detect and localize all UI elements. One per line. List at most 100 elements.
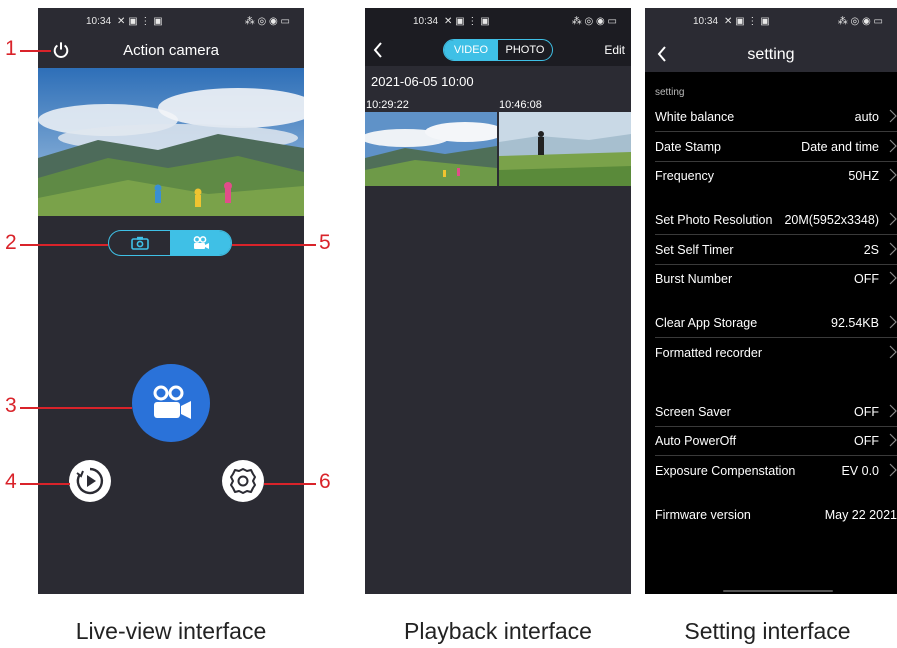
annotation-line-6 bbox=[264, 483, 316, 485]
settings-row-label: Clear App Storage bbox=[655, 316, 758, 330]
annotation-5: 5 bbox=[319, 231, 331, 254]
chevron-right-icon bbox=[889, 212, 897, 226]
annotation-line-4 bbox=[20, 483, 70, 485]
annotation-line-3 bbox=[20, 407, 132, 409]
settings-row-value: Date and time bbox=[801, 140, 879, 154]
chevron-right-icon bbox=[889, 139, 897, 153]
settings-row-value: May 22 2021 bbox=[824, 508, 897, 522]
group-date: 2021-06-05 10:00 bbox=[371, 74, 474, 89]
status-time: 10:34 bbox=[86, 15, 112, 27]
settings-row[interactable]: Frequency 50HZ bbox=[655, 165, 897, 187]
chevron-right-icon bbox=[889, 315, 897, 329]
gear-icon bbox=[230, 468, 256, 494]
settings-row-value: OFF bbox=[854, 405, 879, 419]
camera-icon bbox=[130, 236, 149, 250]
settings-row-label: White balance bbox=[655, 110, 735, 124]
chevron-right-icon bbox=[889, 271, 897, 285]
status-left-icons: ✕ ▣ ⋮ ▣ bbox=[117, 15, 163, 27]
settings-row-value: EV 0.0 bbox=[841, 464, 879, 478]
tab-photo[interactable]: PHOTO bbox=[498, 40, 552, 60]
annotation-2: 2 bbox=[5, 231, 17, 254]
caption-live: Live-view interface bbox=[75, 618, 267, 644]
caption-playback: Playback interface bbox=[404, 618, 592, 644]
edit-button[interactable]: Edit bbox=[604, 43, 625, 57]
app-title: Action camera bbox=[123, 42, 219, 59]
video-thumbnail-1[interactable] bbox=[365, 112, 497, 186]
settings-button[interactable] bbox=[222, 460, 264, 502]
back-icon[interactable] bbox=[373, 42, 383, 58]
settings-row-label: Set Photo Resolution bbox=[655, 213, 773, 227]
status-right-icons: ⁂ ◎ ◉ ▭ bbox=[244, 15, 290, 27]
settings-row[interactable]: Burst Number OFF bbox=[655, 268, 897, 290]
annotation-6: 6 bbox=[319, 470, 331, 493]
live-view-screen: 10:34 ✕ ▣ ⋮ ▣ ⁂ ◎ ◉ ▭ Action camera bbox=[38, 8, 304, 594]
mode-switch[interactable] bbox=[108, 230, 232, 256]
settings-row-value: OFF bbox=[854, 272, 879, 286]
caption-setting: Setting interface bbox=[684, 618, 851, 644]
settings-row-label: Burst Number bbox=[655, 272, 733, 286]
status-bar: 10:34 ✕ ▣ ⋮ ▣ ⁂ ◎ ◉ ▭ bbox=[645, 8, 897, 34]
playback-screen: 10:34 ✕ ▣ ⋮ ▣ ⁂ ◎ ◉ ▭ VIDEO PHOTO Edit 2… bbox=[365, 8, 631, 594]
video-mode-button[interactable] bbox=[170, 231, 231, 255]
settings-row[interactable]: Set Self Timer 2S bbox=[655, 239, 897, 265]
chevron-right-icon bbox=[889, 242, 897, 256]
settings-row-value: 20M(5952x3348) bbox=[784, 213, 879, 227]
chevron-right-icon bbox=[889, 109, 897, 123]
settings-row[interactable]: Screen Saver OFF bbox=[655, 401, 897, 427]
status-time: 10:34 bbox=[693, 15, 719, 27]
page-title: setting bbox=[747, 46, 795, 63]
video-camera-icon bbox=[153, 385, 191, 419]
settings-row-label: Screen Saver bbox=[655, 405, 731, 419]
playback-button[interactable] bbox=[69, 460, 111, 502]
status-bar: 10:34 ✕ ▣ ⋮ ▣ ⁂ ◎ ◉ ▭ bbox=[38, 8, 304, 34]
chevron-right-icon bbox=[889, 463, 897, 477]
status-right-icons: ⁂ ◎ ◉ ▭ bbox=[571, 15, 617, 27]
thumb-time-2: 10:46:08 bbox=[499, 99, 542, 111]
settings-row-label: Frequency bbox=[655, 169, 715, 183]
status-left-icons: ✕ ▣ ⋮ ▣ bbox=[724, 15, 770, 27]
chevron-right-icon bbox=[889, 404, 897, 418]
settings-row[interactable]: Clear App Storage 92.54KB bbox=[655, 312, 897, 338]
settings-row[interactable]: Firmware version May 22 2021 bbox=[655, 504, 897, 526]
thumb-time-1: 10:29:22 bbox=[366, 99, 409, 111]
settings-screen: 10:34 ✕ ▣ ⋮ ▣ ⁂ ◎ ◉ ▭ setting setting Wh… bbox=[645, 8, 897, 594]
settings-row[interactable]: Formatted recorder bbox=[655, 342, 897, 364]
annotation-line-2 bbox=[20, 244, 108, 246]
settings-row[interactable]: Exposure Compenstation EV 0.0 bbox=[655, 460, 897, 482]
settings-row-value: 50HZ bbox=[848, 169, 879, 183]
chevron-right-icon bbox=[889, 433, 897, 447]
annotation-line-1 bbox=[20, 50, 51, 52]
photo-mode-button[interactable] bbox=[109, 231, 170, 255]
settings-row-label: Set Self Timer bbox=[655, 243, 734, 257]
video-camera-icon bbox=[193, 236, 209, 249]
chevron-right-icon bbox=[889, 345, 897, 359]
home-indicator bbox=[723, 590, 833, 592]
tab-video[interactable]: VIDEO bbox=[444, 40, 498, 60]
status-bar: 10:34 ✕ ▣ ⋮ ▣ ⁂ ◎ ◉ ▭ bbox=[365, 8, 631, 34]
settings-row[interactable]: White balance auto bbox=[655, 106, 897, 132]
section-label: setting bbox=[655, 87, 685, 98]
video-thumbnail-2[interactable] bbox=[499, 112, 631, 186]
live-preview bbox=[38, 68, 304, 216]
settings-row-label: Formatted recorder bbox=[655, 346, 762, 360]
settings-row-label: Firmware version bbox=[655, 508, 751, 522]
status-time: 10:34 bbox=[413, 15, 439, 27]
settings-row-value: auto bbox=[854, 110, 879, 124]
annotation-4: 4 bbox=[5, 470, 17, 493]
settings-row[interactable]: Auto PowerOff OFF bbox=[655, 430, 897, 456]
settings-row[interactable]: Set Photo Resolution 20M(5952x3348) bbox=[655, 209, 897, 235]
annotation-1: 1 bbox=[5, 37, 17, 60]
settings-row-value: OFF bbox=[854, 434, 879, 448]
settings-row[interactable]: Date Stamp Date and time bbox=[655, 136, 897, 162]
play-circle-icon bbox=[76, 467, 104, 495]
record-button[interactable] bbox=[132, 364, 210, 442]
status-right-icons: ⁂ ◎ ◉ ▭ bbox=[837, 15, 883, 27]
settings-row-label: Exposure Compenstation bbox=[655, 464, 796, 478]
status-left-icons: ✕ ▣ ⋮ ▣ bbox=[444, 15, 490, 27]
settings-row-value: 92.54KB bbox=[831, 316, 879, 330]
annotation-line-5 bbox=[232, 244, 316, 246]
annotation-3: 3 bbox=[5, 394, 17, 417]
chevron-right-icon bbox=[889, 168, 897, 182]
media-type-tabs[interactable]: VIDEO PHOTO bbox=[443, 39, 553, 61]
settings-row-label: Date Stamp bbox=[655, 140, 722, 154]
